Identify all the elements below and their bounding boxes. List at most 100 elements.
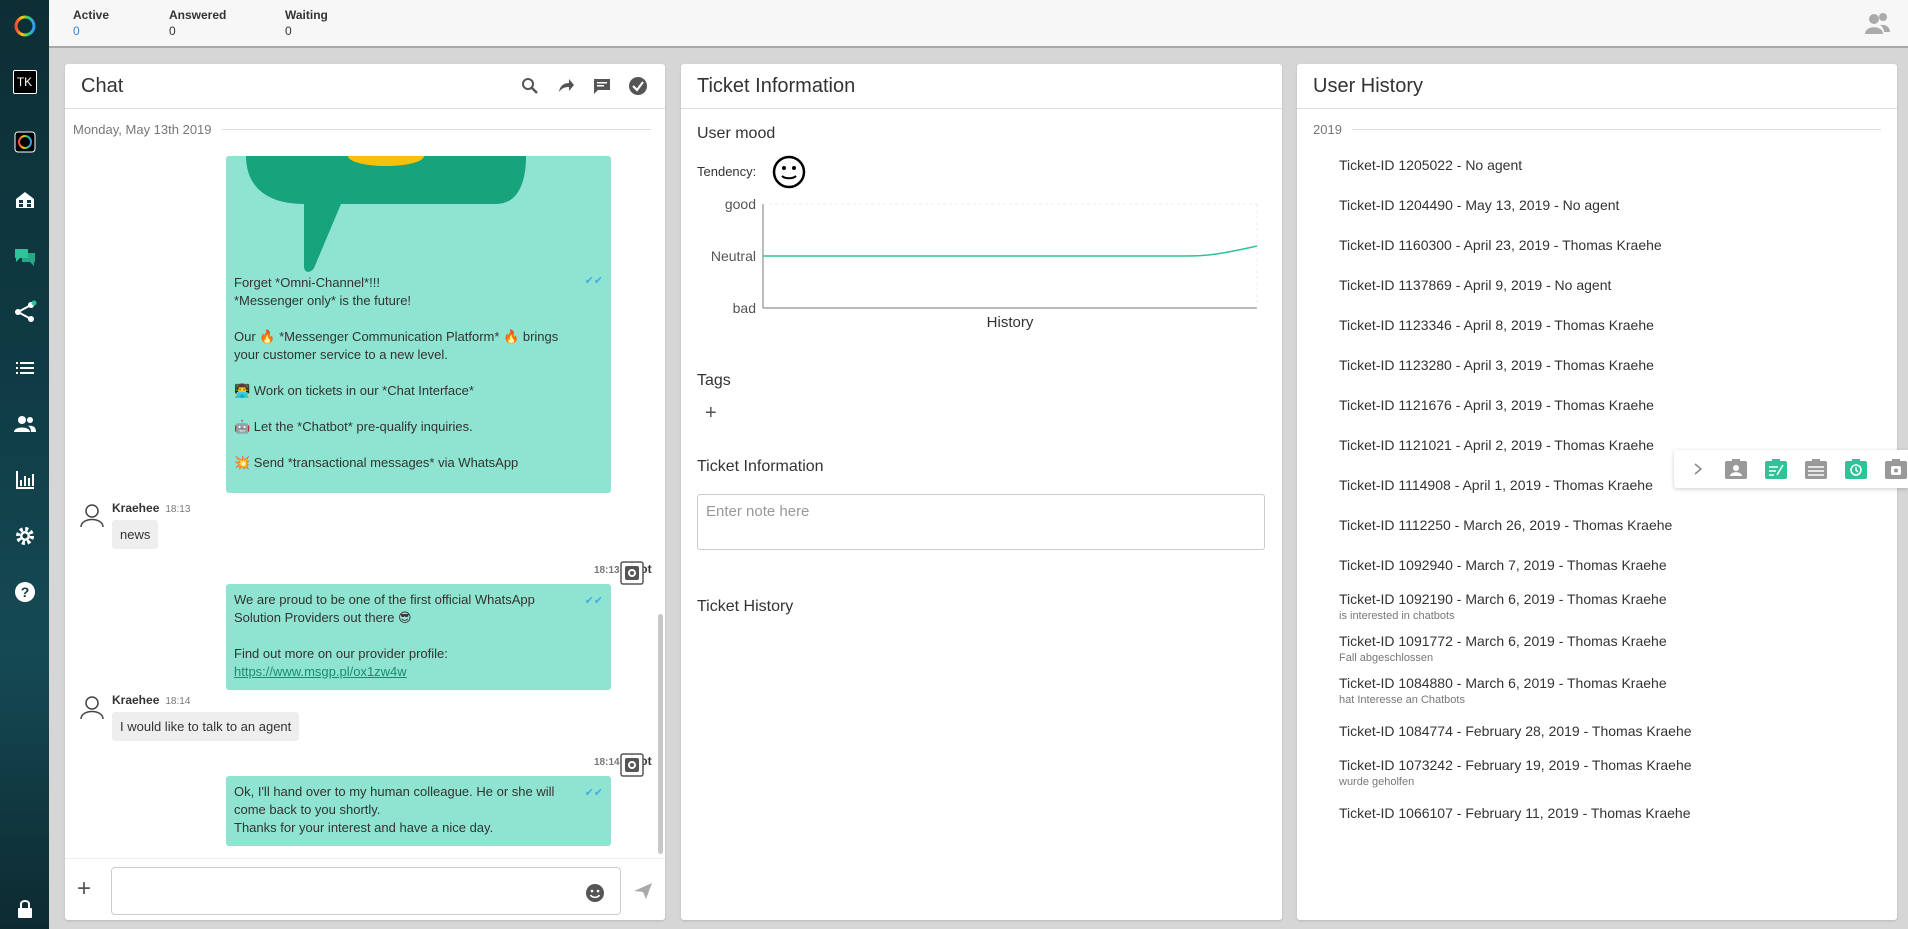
y-tick-label: good [725, 196, 756, 212]
ticket-history-label: Ticket History [697, 598, 794, 615]
ticket-item[interactable]: Ticket-ID 1091772 - March 6, 2019 - Thom… [1339, 633, 1667, 664]
ticket-item[interactable]: Ticket-ID 1137869 - April 9, 2019 - No a… [1339, 277, 1611, 293]
user-history-panel: User History 2019 Ticket-ID 1205022 - No… [1297, 64, 1897, 920]
history-icon[interactable] [1844, 457, 1868, 481]
user-avatar-icon [80, 504, 104, 528]
ticket-item[interactable]: Ticket-ID 1121021 - April 2, 2019 - Thom… [1339, 437, 1654, 453]
ticket-item[interactable]: Ticket-ID 1112250 - March 26, 2019 - Tho… [1339, 517, 1672, 533]
user-avatar-icon [80, 696, 104, 720]
provider-profile-link[interactable]: https://www.msgp.pl/ox1zw4w [234, 664, 407, 679]
ticket-item[interactable]: Ticket-ID 1073242 - February 19, 2019 - … [1339, 757, 1692, 788]
ticket-item[interactable]: Ticket-ID 1084880 - March 6, 2019 - Thom… [1339, 675, 1667, 706]
ticket-item[interactable]: Ticket-ID 1121676 - April 3, 2019 - Thom… [1339, 397, 1654, 413]
ticket-info-title: Ticket Information [697, 74, 856, 97]
stat-label: Active [73, 8, 110, 22]
chat-date: Monday, May 13th 2019 [73, 122, 212, 137]
ticket-note: is interested in chatbots [1339, 610, 1455, 622]
contact-card-icon[interactable] [1724, 457, 1748, 481]
tendency-label: Tendency: [697, 164, 757, 179]
ticket-item[interactable]: Ticket-ID 1160300 - April 23, 2019 - Tho… [1339, 237, 1662, 253]
chat-panel: Chat Monday, May 13th 2019 ✔✔ Forget *Om… [65, 64, 665, 920]
message-time: 18:13 [594, 565, 620, 576]
top-bar: Active 0 Answered 0 Waiting 0 [49, 0, 1908, 48]
server-icon[interactable] [1804, 457, 1828, 481]
history-year: 2019 [1313, 122, 1342, 137]
emoji-icon[interactable] [585, 883, 605, 903]
notes-icon[interactable] [1764, 457, 1788, 481]
ticket-item[interactable]: Ticket-ID 1204490 - May 13, 2019 - No ag… [1339, 197, 1619, 213]
composer: + [65, 858, 665, 920]
bar-chart-icon[interactable] [0, 460, 49, 500]
chat-scrollbar[interactable] [658, 614, 663, 854]
check-circle-icon[interactable] [627, 75, 649, 97]
message-author: Kraehee 18:13 [112, 501, 191, 515]
logo-ring-icon[interactable] [0, 6, 49, 46]
user-initials: TK [12, 70, 37, 94]
message-line: We are proud to be one of the first offi… [234, 592, 535, 607]
search-icon[interactable] [519, 75, 541, 97]
bot-avatar-icon [620, 561, 644, 585]
forward-icon[interactable] [555, 75, 577, 97]
stat-label: Answered [169, 8, 227, 22]
stat-label: Waiting [285, 8, 328, 22]
share-icon[interactable] [0, 292, 49, 332]
ticket-item[interactable]: Ticket-ID 1123280 - April 3, 2019 - Thom… [1339, 357, 1654, 373]
ticket-item[interactable]: Ticket-ID 1066107 - February 11, 2019 - … [1339, 805, 1690, 821]
user-mood-label: User mood [697, 125, 776, 142]
message-time: 18:13 [165, 504, 191, 515]
message-line: Solution Providers out there 😎 [234, 610, 412, 625]
bot-card-icon[interactable] [1884, 457, 1908, 481]
user-message: I would like to talk to an agent [112, 712, 300, 741]
send-icon[interactable] [633, 881, 653, 901]
ticket-item[interactable]: Ticket-ID 1092940 - March 7, 2019 - Thom… [1339, 557, 1667, 573]
message-time: 18:14 [594, 757, 620, 768]
app-switch-icon[interactable] [0, 122, 49, 162]
user-history-header: User History [1297, 64, 1897, 109]
chat-messages[interactable]: ✔✔ Forget *Omni-Channel*!!! *Messenger o… [65, 156, 665, 918]
ticket-item[interactable]: Ticket-ID 1092190 - March 6, 2019 - Thom… [1339, 591, 1667, 622]
tags-label: Tags [697, 372, 731, 389]
message-line: Thanks for your interest and have a nice… [234, 820, 494, 835]
note-input[interactable]: Enter note here [697, 494, 1265, 550]
ticket-item[interactable]: Ticket-ID 1205022 - No agent [1339, 157, 1522, 173]
stat-active[interactable]: Active 0 [73, 8, 109, 38]
user-history-title: User History [1313, 74, 1424, 97]
add-tag-icon[interactable]: + [705, 402, 717, 425]
bot-message: ✔✔ Ok, I'll hand over to my human collea… [226, 776, 611, 846]
y-tick-label: bad [733, 300, 756, 316]
ticket-item[interactable]: Ticket-ID 1084774 - February 28, 2019 - … [1339, 723, 1692, 739]
message-input[interactable] [111, 867, 621, 915]
profile-icon[interactable]: TK [0, 62, 49, 102]
gear-icon[interactable] [0, 516, 49, 556]
team-icon[interactable] [1864, 12, 1890, 34]
ticket-info-header: Ticket Information [681, 64, 1282, 109]
help-icon[interactable]: ? [0, 572, 49, 612]
stat-value: 0 [169, 24, 176, 38]
stat-value: 0 [285, 24, 292, 38]
bot-avatar-icon [620, 753, 644, 777]
users-icon[interactable] [0, 404, 49, 444]
attach-plus-icon[interactable]: + [77, 875, 91, 903]
message-line: come back to you shortly. [234, 802, 381, 817]
chat-header: Chat [65, 64, 665, 109]
comment-icon[interactable] [591, 75, 613, 97]
chat-icon[interactable] [0, 236, 49, 276]
home-icon[interactable] [0, 180, 49, 220]
ticket-info-panel: Ticket Information User mood Tendency: g… [681, 64, 1282, 920]
message-line: *Messenger only* is the future! [234, 293, 412, 308]
stat-waiting[interactable]: Waiting 0 [285, 8, 328, 38]
chevron-right-icon[interactable] [1688, 457, 1708, 481]
message-line: 💥 Send *transactional messages* via What… [234, 455, 519, 470]
ticket-item[interactable]: Ticket-ID 1123346 - April 8, 2019 - Thom… [1339, 317, 1654, 333]
x-axis-label: History [987, 314, 1034, 331]
lock-icon[interactable] [0, 889, 49, 929]
y-tick-label: Neutral [711, 248, 756, 264]
message-line: 🤖 Let the *Chatbot* pre-qualify inquirie… [234, 419, 473, 434]
read-check-icon: ✔✔ [584, 275, 603, 287]
ticket-item[interactable]: Ticket-ID 1114908 - April 1, 2019 - Thom… [1339, 477, 1653, 493]
list-icon[interactable] [0, 348, 49, 388]
sidebar: TK ? [0, 0, 49, 929]
promo-image [226, 156, 611, 274]
message-line: Find out more on our provider profile: [234, 646, 448, 661]
stat-answered[interactable]: Answered 0 [169, 8, 226, 38]
